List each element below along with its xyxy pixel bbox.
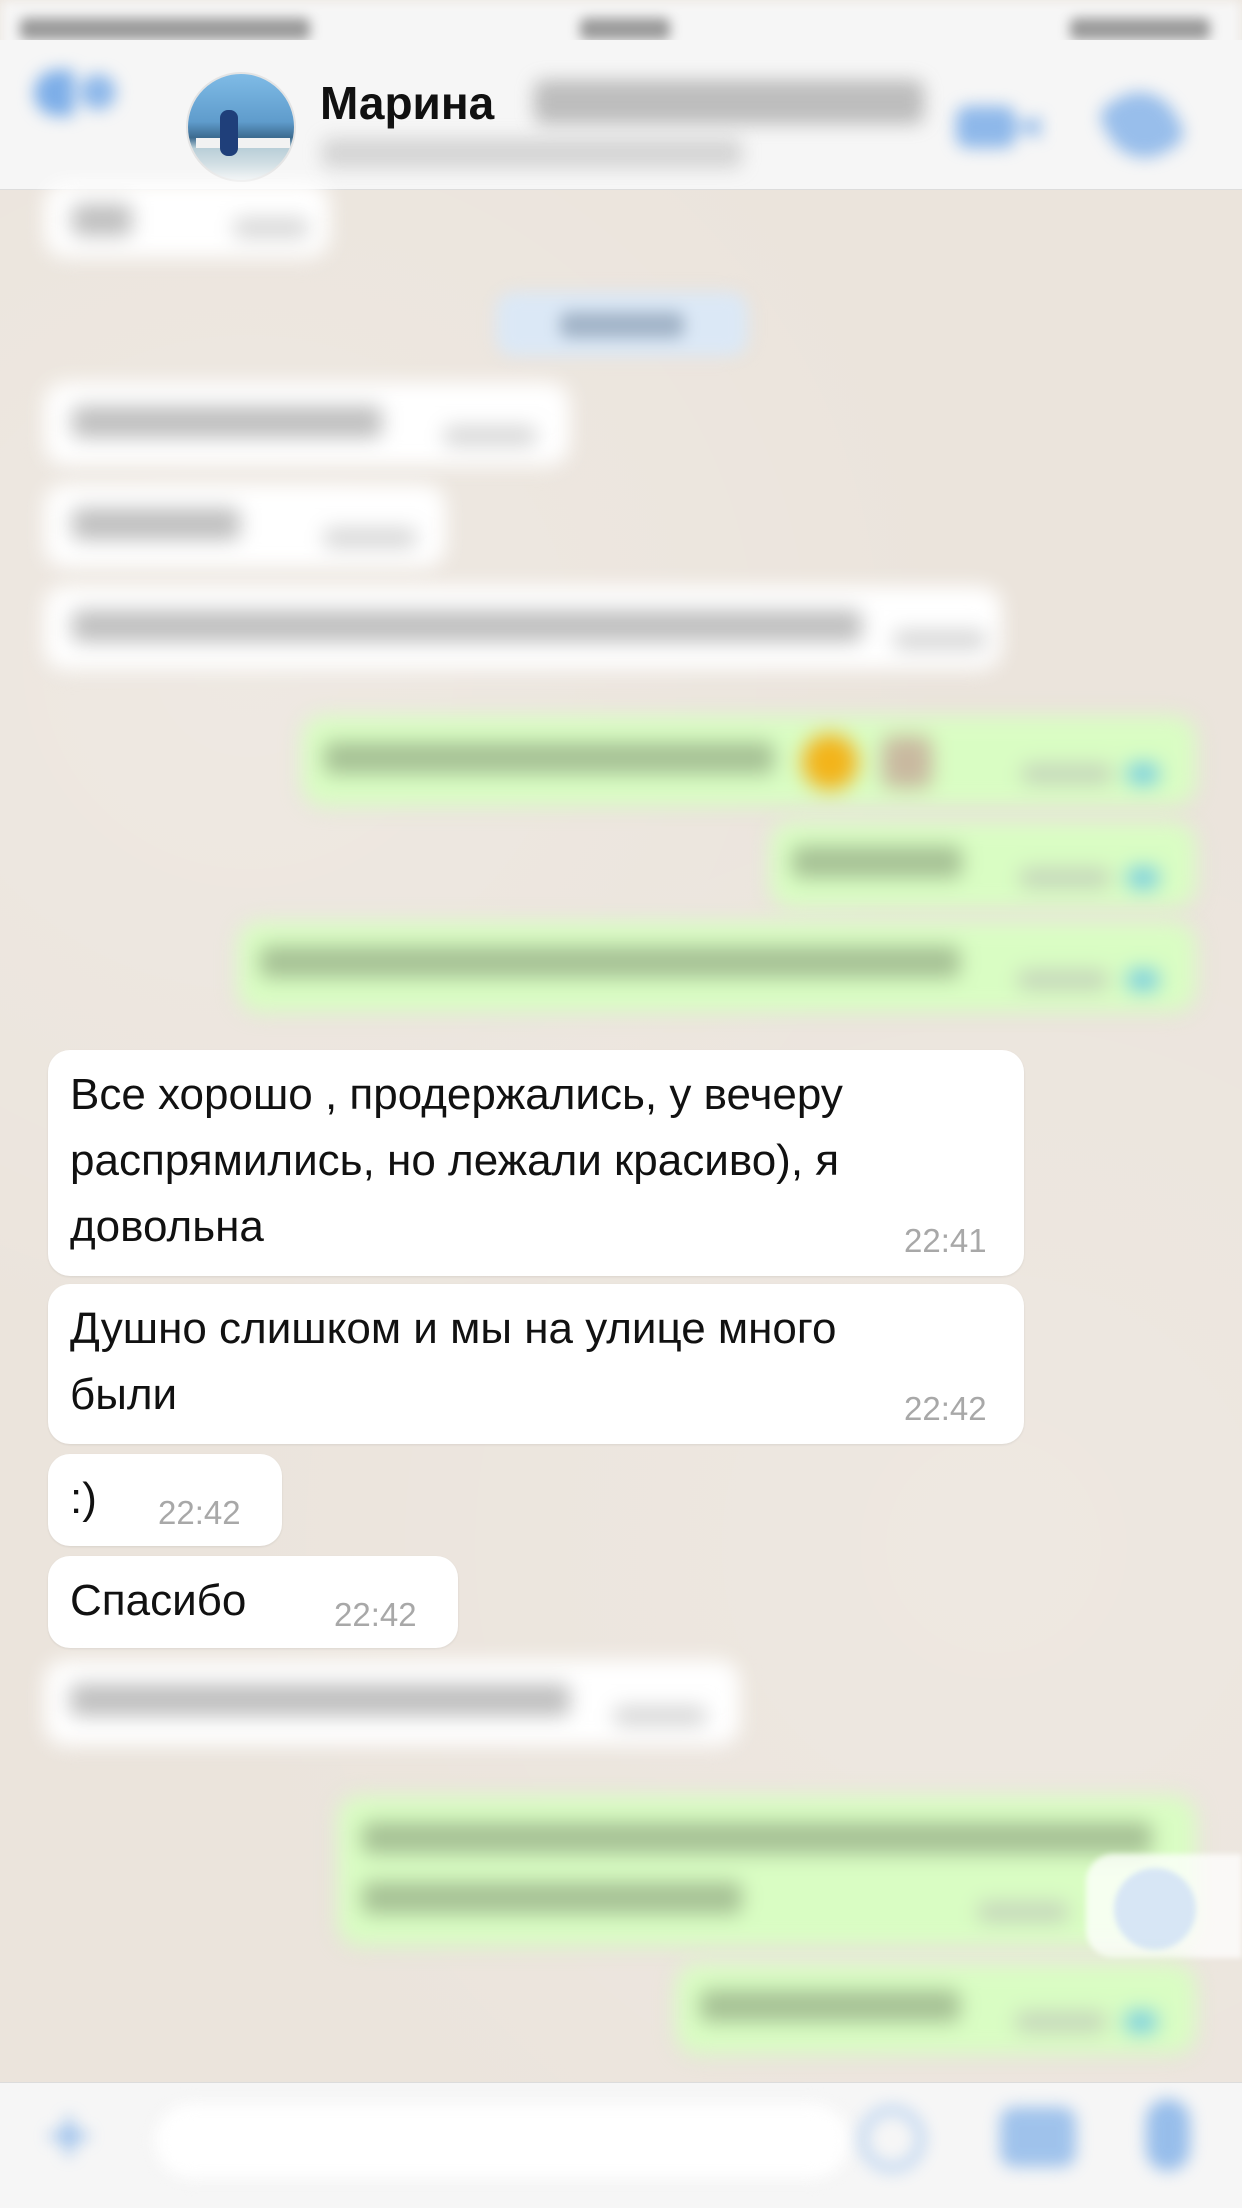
- emoji: [802, 734, 858, 790]
- clock: [580, 18, 670, 40]
- last-seen-status-redacted: [322, 138, 742, 168]
- message-time: 22:42: [158, 1494, 241, 1531]
- message-text-line: Все хорошо , продержались, у вечеру: [70, 1070, 843, 1119]
- camera-button[interactable]: [1000, 2107, 1076, 2167]
- message-text-line: довольна: [70, 1202, 264, 1251]
- unread-count-badge: [80, 74, 116, 110]
- emoji: [882, 736, 932, 788]
- message-text-line: Душно слишком и мы на улице много: [70, 1304, 837, 1353]
- contact-name-redacted: [534, 80, 924, 124]
- message-outgoing-redacted[interactable]: [302, 716, 1196, 806]
- message-input[interactable]: [152, 2101, 852, 2181]
- message-incoming[interactable]: Все хорошо , продержались, у вечеру расп…: [48, 1050, 1024, 1276]
- phone-call-button[interactable]: [1095, 77, 1189, 173]
- message-text-line: были: [70, 1370, 178, 1419]
- message-time: 22:41: [904, 1222, 987, 1259]
- message-time: 22:42: [904, 1390, 987, 1427]
- read-ticks-icon: [1128, 970, 1158, 990]
- contact-name[interactable]: Марина: [320, 76, 494, 130]
- read-ticks-icon: [1128, 764, 1158, 784]
- message-incoming[interactable]: Душно слишком и мы на улице много были 2…: [48, 1284, 1024, 1444]
- message-outgoing-redacted[interactable]: [676, 1964, 1196, 2054]
- scroll-down-icon: [1114, 1868, 1196, 1950]
- scroll-to-bottom-button[interactable]: [1086, 1854, 1242, 1958]
- date-separator-redacted: [496, 292, 748, 356]
- message-outgoing-redacted[interactable]: [770, 822, 1196, 908]
- read-ticks-icon: [1126, 2012, 1156, 2032]
- video-call-button[interactable]: [956, 102, 1042, 152]
- message-text-line: распрямились, но лежали красиво), я: [70, 1136, 840, 1185]
- message-text-line: :): [70, 1474, 97, 1523]
- message-incoming-redacted[interactable]: [44, 182, 330, 258]
- contact-avatar[interactable]: [186, 72, 296, 182]
- message-text-line: Спасибо: [70, 1576, 247, 1625]
- video-call-icon: [956, 106, 1016, 148]
- message-time: 22:42: [334, 1596, 417, 1633]
- back-button[interactable]: [28, 60, 128, 130]
- message-input-bar: [0, 2082, 1242, 2208]
- phone-icon: [1095, 77, 1189, 173]
- message-outgoing-redacted[interactable]: [238, 922, 1196, 1012]
- message-incoming-redacted[interactable]: [44, 586, 1002, 670]
- message-incoming[interactable]: :) 22:42: [48, 1454, 282, 1546]
- message-incoming-redacted[interactable]: [44, 484, 446, 568]
- message-incoming[interactable]: Спасибо 22:42: [48, 1556, 458, 1648]
- message-incoming-redacted[interactable]: [44, 382, 570, 466]
- message-outgoing-redacted[interactable]: [338, 1796, 1196, 1946]
- attach-button[interactable]: [46, 2113, 92, 2159]
- message-incoming-redacted[interactable]: [44, 1660, 740, 1746]
- sticker-button[interactable]: [860, 2107, 924, 2171]
- battery-icon: [1070, 18, 1210, 40]
- carrier-signal: [20, 18, 310, 40]
- microphone-button[interactable]: [1146, 2099, 1190, 2171]
- read-ticks-icon: [1128, 868, 1158, 888]
- back-icon: [34, 70, 74, 116]
